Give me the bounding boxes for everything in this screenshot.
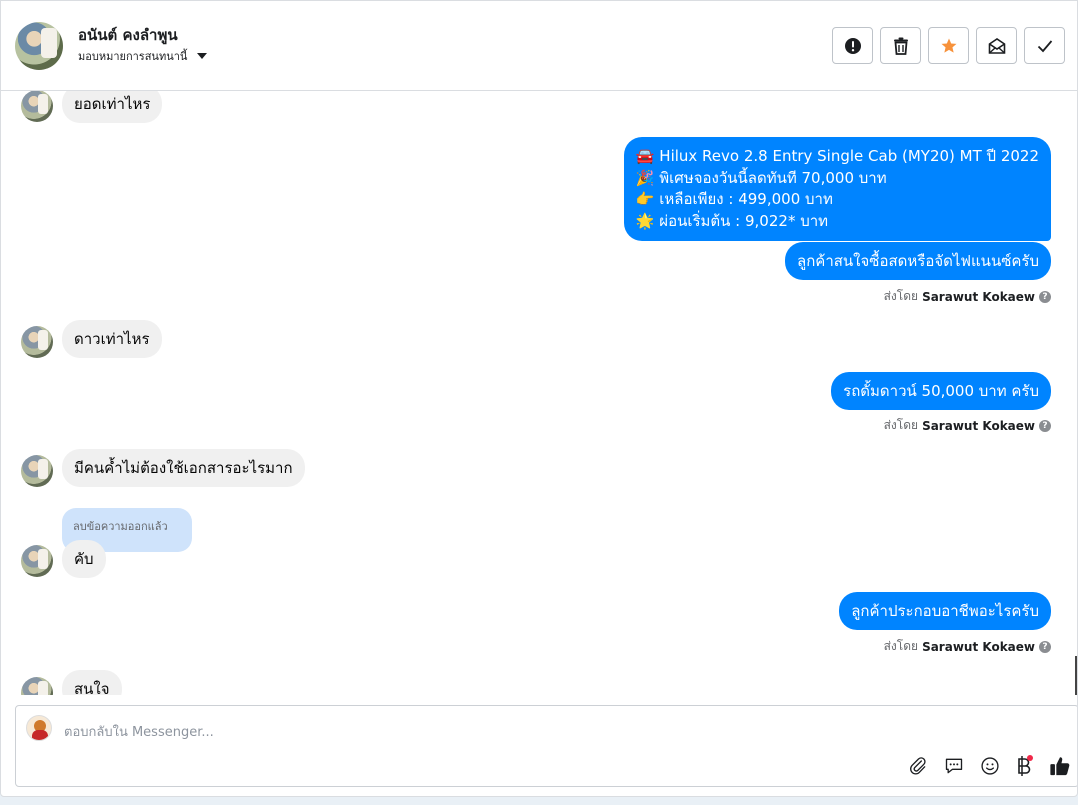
paperclip-icon xyxy=(910,757,926,775)
sent-by-label: ส่งโดย Sarawut Kokaew ? xyxy=(884,287,1051,306)
outgoing-message[interactable]: รถดั้มดาวน์ 50,000 บาท ครับ xyxy=(831,372,1051,410)
smiley-icon xyxy=(981,757,999,775)
star-button[interactable] xyxy=(928,27,969,64)
sent-by-label: ส่งโดย Sarawut Kokaew ? xyxy=(884,416,1051,435)
saved-replies-button[interactable] xyxy=(942,754,966,778)
caret-down-icon xyxy=(197,53,208,59)
contact-message-avatar xyxy=(21,455,53,487)
sender-name: Sarawut Kokaew xyxy=(922,289,1035,304)
promo-line: 🚘 Hilux Revo 2.8 Entry Single Cab (MY20)… xyxy=(635,147,1039,165)
incoming-message[interactable]: มีคนค้ำไม่ต้องใช้เอกสารอะไรมาก xyxy=(62,449,305,487)
sent-by-prefix: ส่งโดย xyxy=(883,639,919,653)
envelope-icon xyxy=(988,37,1005,54)
help-icon[interactable]: ? xyxy=(1039,419,1051,432)
contact-message-avatar xyxy=(21,545,53,577)
outgoing-message[interactable]: ลูกค้าสนใจซื้อสดหรือจัดไฟแนนซ์ครับ xyxy=(785,242,1051,280)
thumbs-up-icon xyxy=(1050,757,1070,776)
help-icon[interactable]: ? xyxy=(1039,290,1051,303)
sent-by-label: ส่งโดย Sarawut Kokaew ? xyxy=(884,637,1051,656)
chat-bubble-icon xyxy=(945,758,963,774)
sender-name: Sarawut Kokaew xyxy=(922,639,1035,654)
messenger-inbox-panel: อนันต์ คงลำพูน มอบหมายการสนทนานี้ ยอดเท่… xyxy=(0,0,1078,797)
promo-line: 🌟 ผ่อนเริ่มต้น : 9,022* บาท xyxy=(635,211,829,230)
emoji-button[interactable] xyxy=(978,754,1002,778)
message-thread[interactable]: ยอดเท่าไหร 🚘 Hilux Revo 2.8 Entry Single… xyxy=(1,91,1077,695)
sender-name: Sarawut Kokaew xyxy=(922,418,1035,433)
incoming-message[interactable]: คับ xyxy=(62,540,106,578)
star-icon xyxy=(941,38,956,53)
promo-line: 🎉 พิเศษจองวันนี้ลดทันที 70,000 บาท xyxy=(635,168,887,187)
outgoing-message-promo[interactable]: 🚘 Hilux Revo 2.8 Entry Single Cab (MY20)… xyxy=(623,137,1051,241)
payment-button[interactable] xyxy=(1013,754,1037,778)
report-button[interactable] xyxy=(832,27,873,64)
contact-avatar[interactable] xyxy=(15,22,63,70)
incoming-message[interactable]: ดาวเท่าไหร xyxy=(62,320,162,358)
incoming-message[interactable]: สนใจ xyxy=(62,670,122,695)
reply-input[interactable]: ตอบกลับใน Messenger... xyxy=(64,721,214,742)
mark-unread-button[interactable] xyxy=(976,27,1017,64)
reply-composer: ตอบกลับใน Messenger... xyxy=(15,705,1077,787)
contact-message-avatar xyxy=(21,91,53,122)
contact-name[interactable]: อนันต์ คงลำพูน xyxy=(78,23,178,47)
incoming-message[interactable]: ยอดเท่าไหร xyxy=(62,91,163,123)
check-icon xyxy=(1037,39,1052,52)
page-avatar xyxy=(26,715,52,741)
promo-line: 👉 เหลือเพียง : 499,000 บาท xyxy=(635,190,833,208)
exclamation-icon xyxy=(844,37,861,54)
baht-icon xyxy=(1018,755,1033,776)
sent-by-prefix: ส่งโดย xyxy=(883,418,919,432)
like-button[interactable] xyxy=(1048,754,1072,778)
trash-icon xyxy=(893,37,908,55)
contact-message-avatar xyxy=(21,677,53,695)
sent-by-prefix: ส่งโดย xyxy=(883,289,919,303)
attach-button[interactable] xyxy=(906,754,930,778)
delete-button[interactable] xyxy=(880,27,921,64)
outgoing-message[interactable]: ลูกค้าประกอบอาชีพอะไรครับ xyxy=(839,592,1051,630)
assign-label: มอบหมายการสนทนานี้ xyxy=(78,50,188,63)
assign-conversation-dropdown[interactable]: มอบหมายการสนทนานี้ xyxy=(78,47,208,65)
contact-message-avatar xyxy=(21,326,53,358)
conversation-header: อนันต์ คงลำพูน มอบหมายการสนทนานี้ xyxy=(1,1,1077,91)
page-background xyxy=(0,797,1078,805)
help-icon[interactable]: ? xyxy=(1039,640,1051,653)
mark-done-button[interactable] xyxy=(1024,27,1065,64)
